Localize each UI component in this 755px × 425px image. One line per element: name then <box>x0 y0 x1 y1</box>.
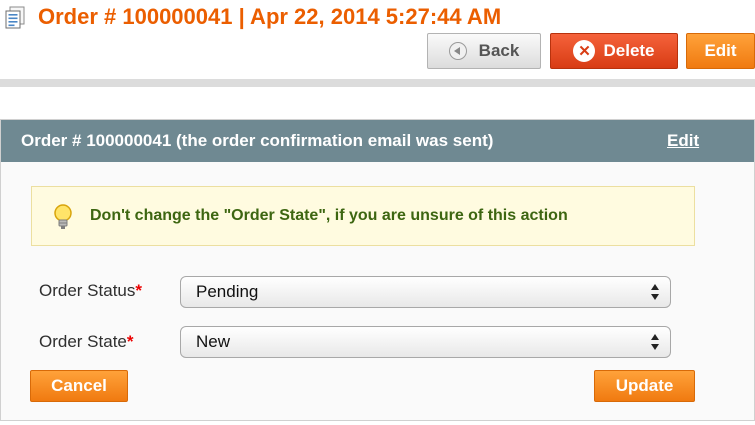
update-button-label: Update <box>615 376 674 395</box>
order-state-value: New <box>196 332 231 351</box>
select-arrows-icon <box>650 334 660 352</box>
required-mark: * <box>135 281 142 300</box>
warning-notice: Don't change the "Order State", if you a… <box>31 186 695 246</box>
order-page-icon <box>5 6 25 29</box>
cancel-button[interactable]: Cancel <box>30 370 128 402</box>
order-status-box: Order # 100000041 (the order confirmatio… <box>0 119 755 421</box>
order-status-value: Pending <box>196 282 259 301</box>
order-state-label-text: Order State <box>39 332 127 351</box>
edit-button-label: Edit <box>704 41 737 60</box>
box-header: Order # 100000041 (the order confirmatio… <box>1 120 754 162</box>
back-button-label: Back <box>478 41 520 60</box>
lightbulb-icon <box>54 204 72 229</box>
box-header-edit-link[interactable]: Edit <box>667 131 699 151</box>
required-mark: * <box>126 332 134 351</box>
delete-button-label: Delete <box>603 41 655 60</box>
warning-notice-text: Don't change the "Order State", if you a… <box>90 207 568 224</box>
header-divider <box>0 79 755 87</box>
update-button[interactable]: Update <box>594 370 695 402</box>
order-state-label: Order State* <box>39 332 134 352</box>
back-button[interactable]: Back <box>427 33 541 69</box>
cancel-button-label: Cancel <box>51 376 107 395</box>
delete-button[interactable]: ✕ Delete <box>550 33 678 69</box>
edit-button[interactable]: Edit <box>686 33 755 69</box>
order-status-label: Order Status* <box>39 281 142 301</box>
page-title: Order # 100000041 | Apr 22, 2014 5:27:44… <box>38 4 502 29</box>
delete-x-icon: ✕ <box>573 40 596 62</box>
order-state-select[interactable]: New <box>180 326 671 358</box>
back-arrow-icon <box>448 42 467 60</box>
order-status-label-text: Order Status <box>39 281 136 300</box>
select-arrows-icon <box>650 284 660 302</box>
order-status-select[interactable]: Pending <box>180 276 671 308</box>
box-header-title: Order # 100000041 (the order confirmatio… <box>21 131 494 150</box>
